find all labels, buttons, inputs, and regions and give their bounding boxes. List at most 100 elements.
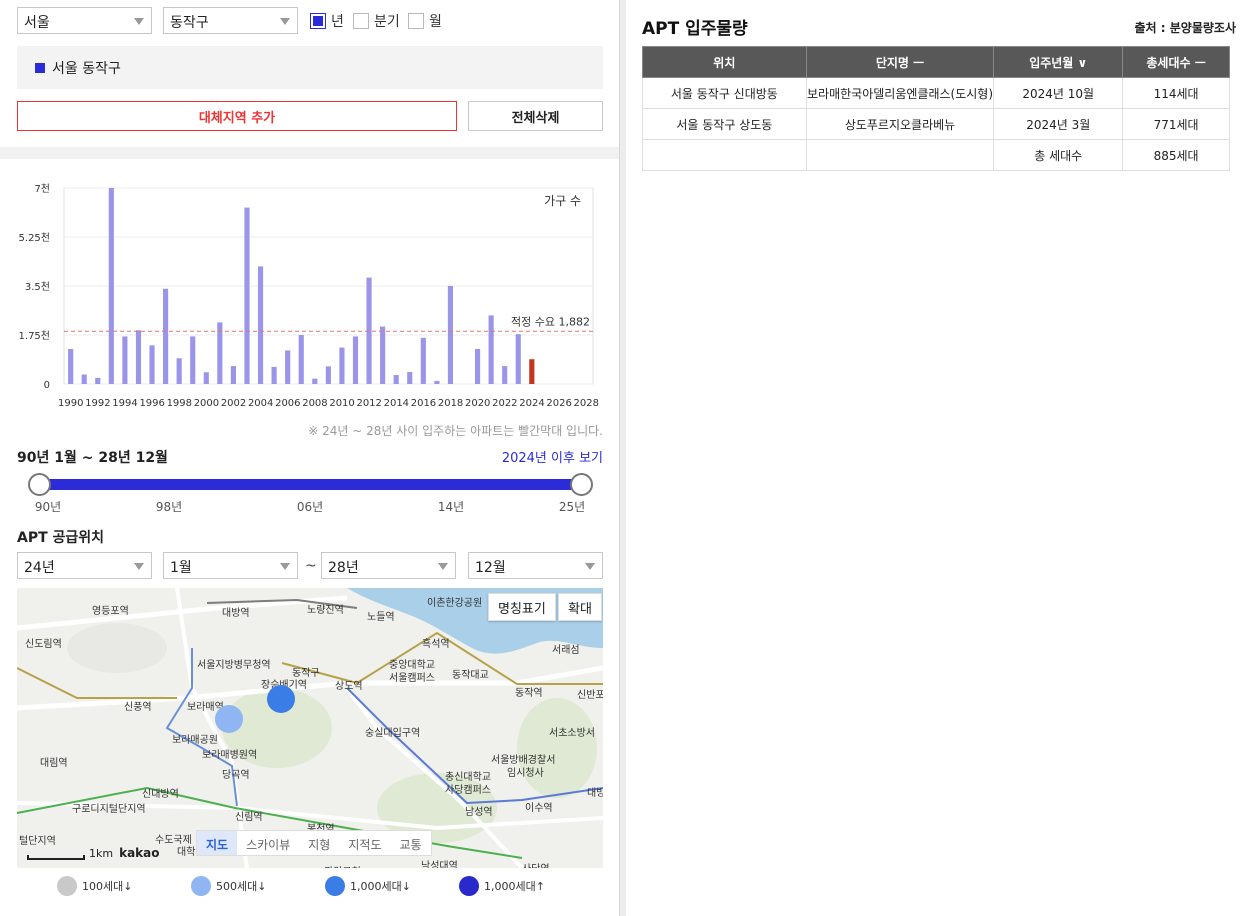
- map-label: 신풍역: [124, 702, 152, 713]
- map-type-terrain[interactable]: 지형: [299, 831, 339, 855]
- x-tick-label: 1998: [167, 398, 192, 409]
- to-month-select[interactable]: 12월: [468, 552, 603, 579]
- range-slider-start-handle[interactable]: [28, 473, 51, 496]
- bar-2008: [312, 378, 318, 384]
- marker-legend-label: 1,000세대↓: [350, 880, 411, 893]
- map-label: 구로디지털단지역: [72, 804, 146, 815]
- x-tick-label: 2012: [356, 398, 381, 409]
- from-month-select[interactable]: 1월: [163, 552, 298, 579]
- bar-1996: [149, 345, 155, 384]
- bar-2007: [298, 335, 304, 384]
- map-label: 흑석역: [422, 639, 450, 650]
- scale-bar: [27, 855, 85, 860]
- map-type-traffic[interactable]: 교통: [390, 831, 430, 855]
- section-divider: [0, 147, 619, 159]
- bar-2000: [203, 372, 209, 384]
- city-select-value: 서울: [24, 15, 50, 31]
- map-label: 동작역: [515, 688, 543, 699]
- delete-all-button[interactable]: 전체삭제: [468, 101, 603, 131]
- cell-complex-name: 상도푸르지오클라베뉴: [805, 108, 995, 140]
- marker-100-icon: [57, 876, 77, 896]
- bar-2006: [285, 350, 291, 384]
- bar-2004: [257, 266, 264, 384]
- bar-1997: [163, 288, 169, 384]
- map-type-cadastral[interactable]: 지적도: [339, 831, 390, 855]
- column-complex-name[interactable]: 단지명 ㅡ: [805, 46, 995, 78]
- map-label: 신림역: [235, 812, 263, 823]
- bar-2011: [352, 336, 359, 384]
- marker-legend-500: 500세대↓: [191, 876, 266, 896]
- right-panel: APT 입주물량 출처 : 분양물량조사 위치 단지명 ㅡ 입주년월 ∨ 총세대…: [626, 0, 1244, 916]
- map-label: 서울지방병무청역: [197, 660, 271, 671]
- bar-2017: [434, 380, 440, 384]
- bar-2003: [244, 207, 250, 384]
- period-quarter-checkbox[interactable]: 분기: [353, 11, 400, 31]
- map-type-skyview[interactable]: 스카이뷰: [237, 831, 299, 855]
- range-slider-end-handle[interactable]: [570, 473, 593, 496]
- cell-total-units: 885세대: [1122, 139, 1230, 171]
- map-label: 동작대교: [452, 670, 489, 681]
- bar-2012: [366, 277, 372, 384]
- panel-divider[interactable]: [619, 0, 626, 916]
- y-tick-label: 3.5천: [25, 281, 50, 293]
- bar-2023: [515, 334, 521, 384]
- map-label: 서래섬: [552, 645, 580, 656]
- y-tick-label: 5.25천: [19, 232, 50, 244]
- chevron-down-icon: [280, 18, 290, 25]
- column-location[interactable]: 위치: [642, 46, 807, 78]
- bar-2024: [529, 359, 535, 384]
- scale-label: 1km: [89, 847, 114, 860]
- to-year-select[interactable]: 28년: [321, 552, 456, 579]
- x-tick-label: 2016: [411, 398, 436, 409]
- map-label: 서울캠퍼스: [389, 673, 435, 684]
- map-label: 대림역: [40, 758, 68, 769]
- from-month-value: 1월: [170, 560, 192, 576]
- bar-2005: [271, 366, 277, 384]
- cell-complex-name: 보라매한국아델리움엔클래스(도시형): [805, 77, 995, 109]
- supply-map[interactable]: 영등포역 대방역 노량진역 노들역 이촌한강공원 신도림역 흑석역 서래섬 서울지방병무청역 동작…: [17, 588, 603, 868]
- city-select[interactable]: 서울: [17, 7, 152, 34]
- range-slider-track[interactable]: [39, 479, 581, 490]
- map-names-toggle-button[interactable]: 명칭표기: [488, 593, 556, 621]
- period-year-checkbox[interactable]: 년: [310, 11, 344, 31]
- supply-location-title: APT 공급위치: [17, 530, 105, 546]
- map-zoom-button[interactable]: 확대: [558, 593, 602, 621]
- table-row[interactable]: 서울 동작구 상도동 상도푸르지오클라베뉴 2024년 3월 771세대: [642, 108, 1230, 140]
- cell-complex-name: [805, 139, 995, 171]
- table-row[interactable]: 서울 동작구 신대방동 보라매한국아델리움엔클래스(도시형) 2024년 10월…: [642, 77, 1230, 109]
- range-separator: ~: [305, 558, 317, 574]
- map-label: 남성역: [465, 807, 493, 818]
- x-tick-label: 2024: [519, 398, 544, 409]
- district-select[interactable]: 동작구: [163, 7, 298, 34]
- x-tick-label: 2022: [492, 398, 517, 409]
- chevron-down-icon: [280, 563, 290, 570]
- marker-1000plus-icon: [459, 876, 479, 896]
- view-after-2024-link[interactable]: 2024년 이후 보기: [502, 447, 603, 466]
- cell-location: 서울 동작구 신대방동: [642, 77, 807, 109]
- map-label: 관악구청: [324, 863, 361, 868]
- bar-1991: [81, 374, 87, 384]
- column-total-units[interactable]: 총세대수 ㅡ: [1122, 46, 1230, 78]
- reference-line-label: 적정 수요 1,882: [511, 315, 590, 328]
- map-label: 털단지역: [19, 836, 56, 847]
- period-month-checkbox[interactable]: 월: [408, 11, 442, 31]
- cell-total-units: 114세대: [1122, 77, 1230, 109]
- bar-2010: [339, 347, 345, 384]
- bar-1990: [68, 349, 74, 384]
- x-tick-label: 1990: [58, 398, 83, 409]
- x-tick-label: 2006: [275, 398, 300, 409]
- add-alt-region-button[interactable]: 대체지역 추가: [17, 101, 457, 131]
- map-type-map[interactable]: 지도: [197, 831, 238, 855]
- bar-2009: [325, 366, 331, 384]
- from-year-select[interactable]: 24년: [17, 552, 152, 579]
- apt-marker-500-icon[interactable]: [215, 705, 243, 733]
- apt-marker-1000-icon[interactable]: [267, 685, 295, 713]
- column-move-in-date[interactable]: 입주년월 ∨: [993, 46, 1124, 78]
- left-panel: 서울 동작구 년 분기 월 서울 동작구 대체지역 추가 전체삭제 0 1.75천…: [0, 0, 620, 916]
- selected-region-box: 서울 동작구: [17, 46, 603, 89]
- marker-legend-label: 1,000세대↑: [484, 880, 545, 893]
- bar-1993: [108, 188, 114, 384]
- bar-2015: [407, 371, 413, 384]
- chevron-down-icon: [438, 563, 448, 570]
- map-label: 숭실대입구역: [365, 728, 421, 739]
